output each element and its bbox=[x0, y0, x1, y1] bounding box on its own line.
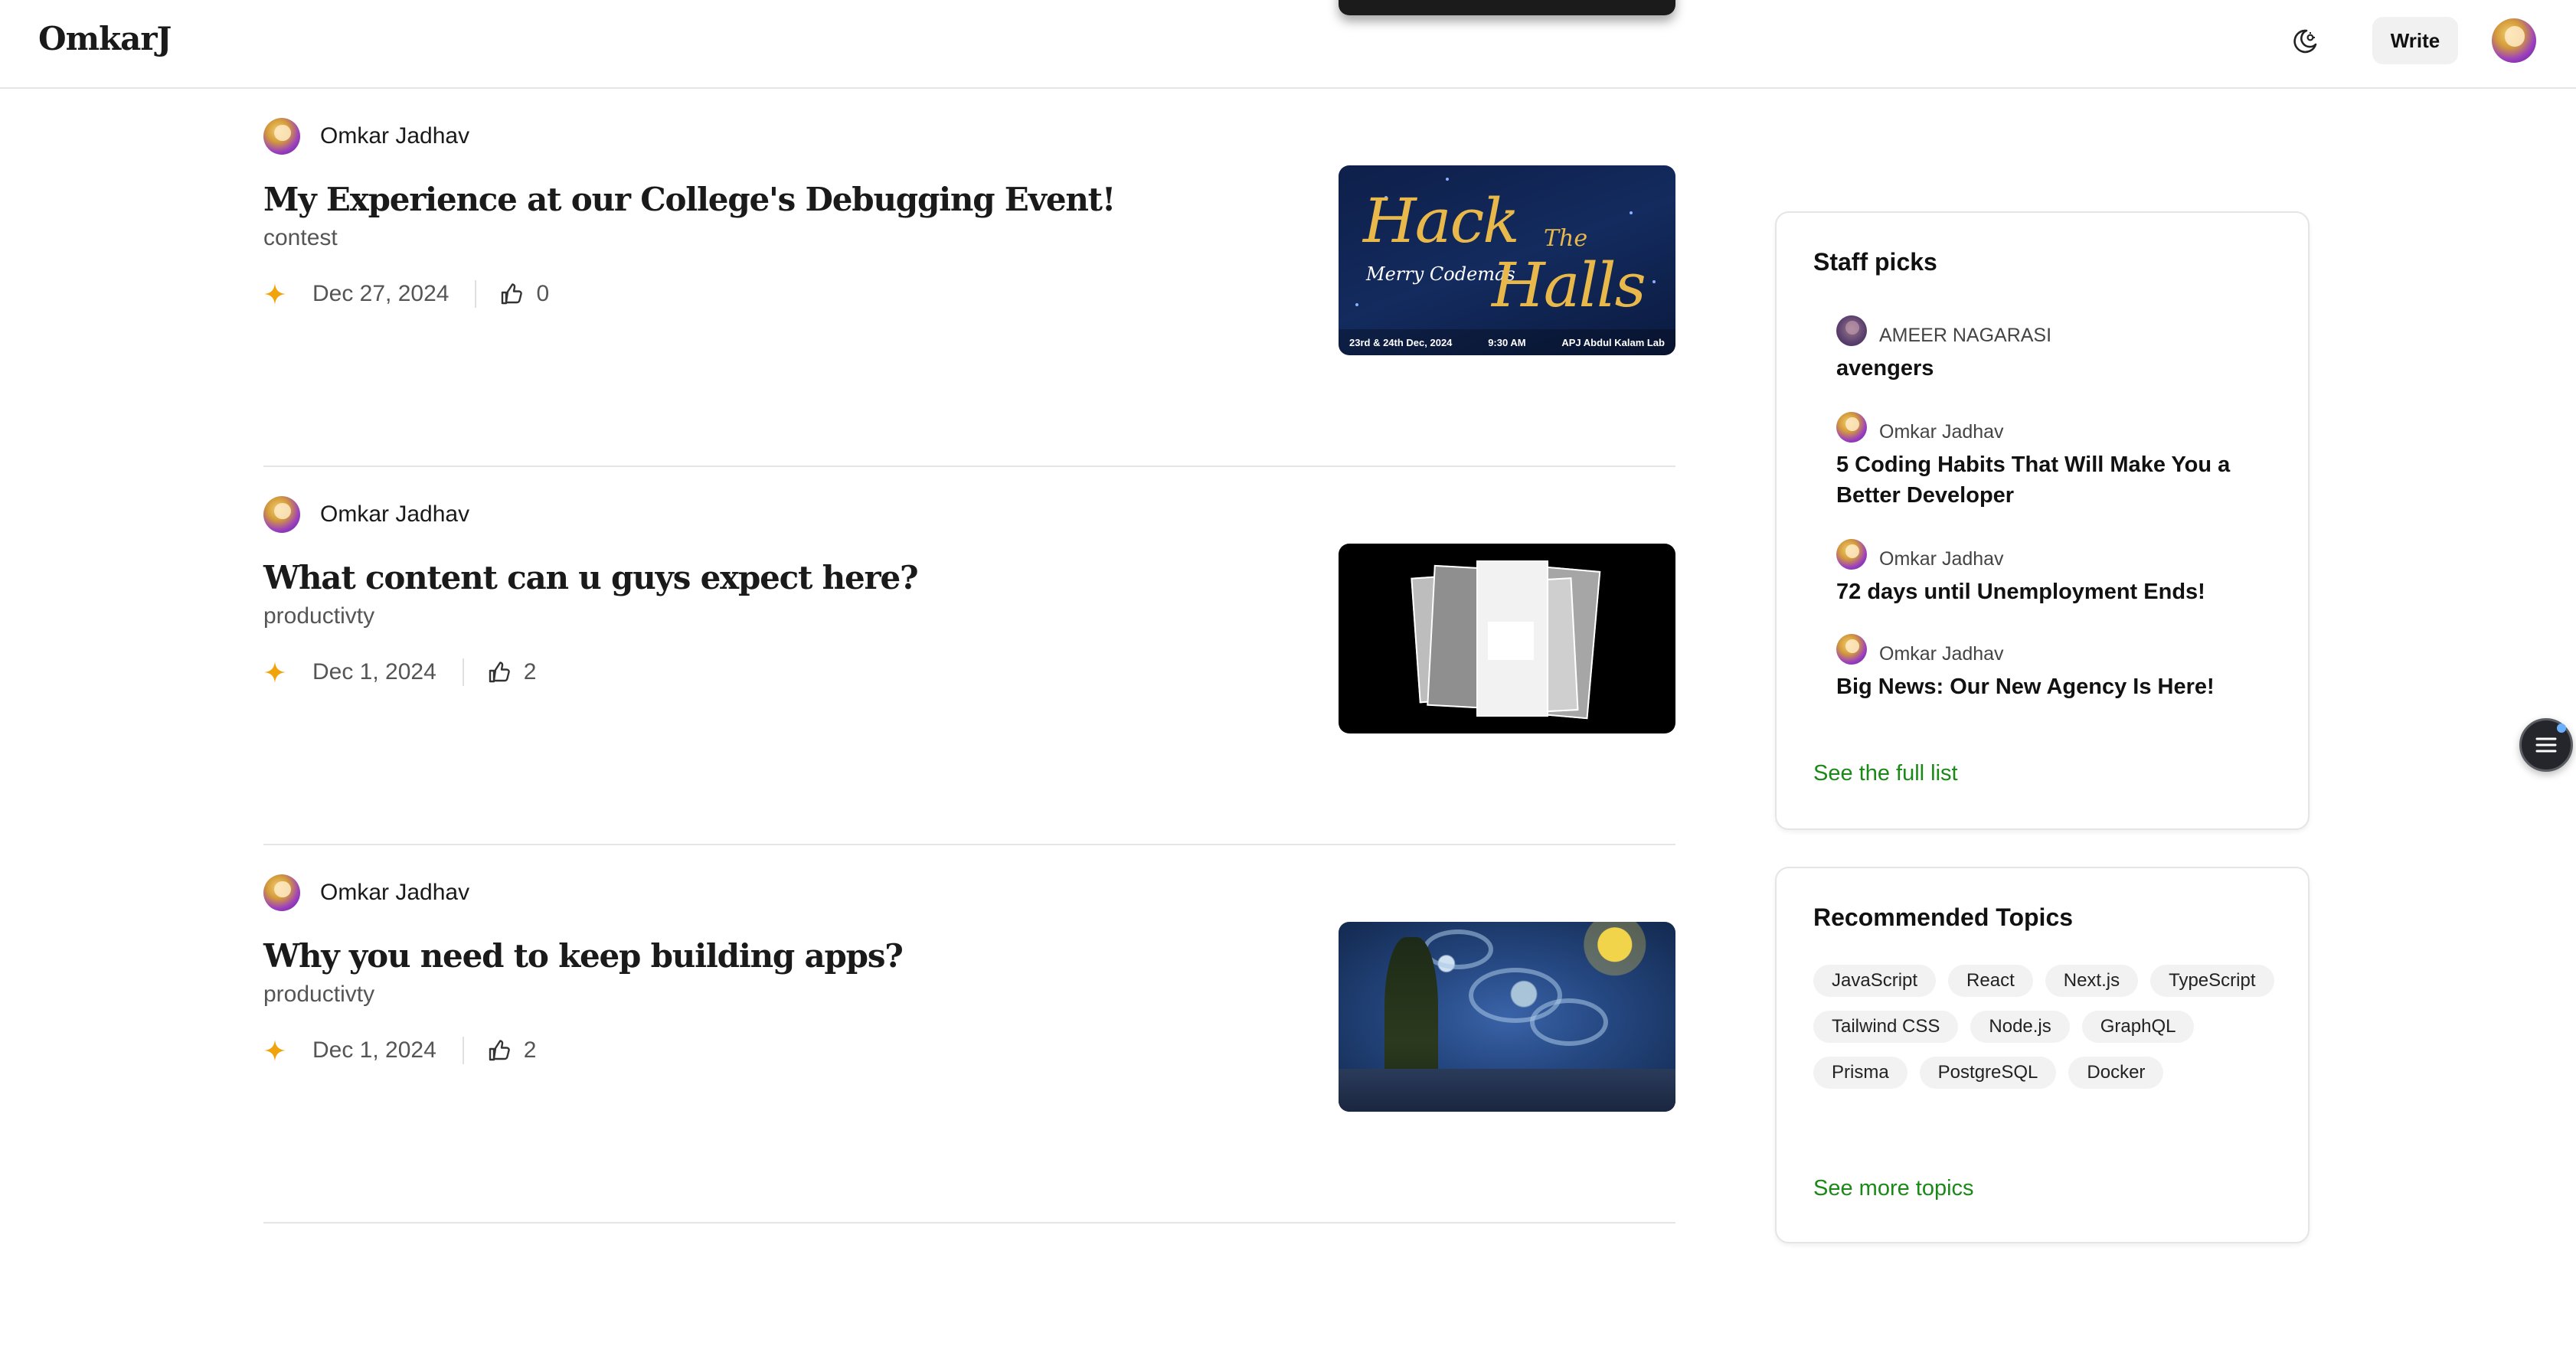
post-date: Dec 1, 2024 bbox=[312, 1037, 436, 1063]
pick-author-name[interactable]: AMEER NAGARASI bbox=[1879, 325, 2051, 347]
author-name[interactable]: Omkar Jadhav bbox=[320, 501, 469, 528]
photo-stack-image bbox=[1411, 560, 1601, 720]
recommended-topics-card: Recommended Topics JavaScript React Next… bbox=[1775, 867, 2310, 1243]
meta-divider bbox=[462, 1037, 464, 1064]
moon-sun-icon[interactable] bbox=[2287, 23, 2323, 60]
post-thumbnail[interactable]: Hack The Merry Codemas Halls 23rd & 24th… bbox=[1339, 165, 1675, 355]
pick-title[interactable]: avengers bbox=[1836, 353, 2265, 384]
like-count: 2 bbox=[523, 1037, 537, 1063]
like-count: 2 bbox=[523, 659, 537, 684]
previous-post-thumbnail[interactable] bbox=[1339, 0, 1675, 15]
thumbs-up-icon[interactable] bbox=[499, 282, 524, 306]
staff-pick-item[interactable]: AMEER NAGARASI avengers bbox=[1836, 315, 2265, 384]
thumbs-up-icon[interactable] bbox=[487, 1038, 512, 1063]
topic-chip[interactable]: Docker bbox=[2068, 1057, 2164, 1089]
topic-chip[interactable]: Tailwind CSS bbox=[1813, 1011, 1959, 1043]
post-card: Omkar Jadhav Why you need to keep buildi… bbox=[263, 845, 1675, 1223]
post-thumbnail[interactable] bbox=[1339, 544, 1675, 733]
sparkle-star-icon bbox=[264, 1040, 286, 1061]
pick-author[interactable]: AMEER NAGARASI bbox=[1836, 315, 2265, 347]
thumbnail-text: 9:30 AM bbox=[1488, 336, 1526, 348]
like-count: 0 bbox=[536, 281, 550, 306]
topic-chip[interactable]: PostgreSQL bbox=[1919, 1057, 2057, 1089]
top-navbar: OmkarJ Write bbox=[0, 0, 2576, 89]
post-meta: Dec 1, 2024 2 bbox=[263, 1037, 536, 1064]
pick-author[interactable]: Omkar Jadhav bbox=[1836, 411, 2265, 443]
see-more-topics-link[interactable]: See more topics bbox=[1813, 1176, 1974, 1201]
topic-chip[interactable]: React bbox=[1948, 965, 2033, 997]
post-tag: contest bbox=[263, 225, 338, 250]
post-date: Dec 27, 2024 bbox=[312, 281, 449, 306]
pick-author-name[interactable]: Omkar Jadhav bbox=[1879, 548, 2004, 570]
post-date: Dec 1, 2024 bbox=[312, 659, 436, 684]
sparkle-star-icon bbox=[264, 662, 286, 683]
pick-author[interactable]: Omkar Jadhav bbox=[1836, 633, 2265, 665]
meta-divider bbox=[462, 658, 464, 686]
topic-chip[interactable]: Prisma bbox=[1813, 1057, 1907, 1089]
post-author[interactable]: Omkar Jadhav bbox=[263, 874, 469, 911]
pick-title[interactable]: Big News: Our New Agency Is Here! bbox=[1836, 671, 2265, 702]
pick-author-name[interactable]: Omkar Jadhav bbox=[1879, 421, 2004, 443]
author-avatar[interactable] bbox=[263, 496, 300, 533]
topics-list: JavaScript React Next.js TypeScript Tail… bbox=[1813, 965, 2288, 1103]
site-logo[interactable]: OmkarJ bbox=[38, 20, 172, 57]
thumbnail-text: 23rd & 24th Dec, 2024 bbox=[1349, 336, 1453, 348]
see-full-list-link[interactable]: See the full list bbox=[1813, 761, 1958, 786]
topic-chip[interactable]: Next.js bbox=[2045, 965, 2139, 997]
staff-pick-item[interactable]: Omkar Jadhav Big News: Our New Agency Is… bbox=[1836, 633, 2265, 702]
pick-title[interactable]: 72 days until Unemployment Ends! bbox=[1836, 577, 2265, 607]
pick-author-name[interactable]: Omkar Jadhav bbox=[1879, 643, 2004, 665]
post-title[interactable]: Why you need to keep building apps? bbox=[263, 937, 904, 975]
thumbnail-text: APJ Abdul Kalam Lab bbox=[1561, 336, 1665, 348]
thumbnail-footer: 23rd & 24th Dec, 2024 9:30 AM APJ Abdul … bbox=[1339, 329, 1675, 355]
notification-dot bbox=[2557, 724, 2566, 733]
post-tag: productivty bbox=[263, 982, 375, 1007]
post-card: Omkar Jadhav My Experience at our Colleg… bbox=[263, 89, 1675, 467]
author-avatar[interactable] bbox=[263, 118, 300, 155]
post-title[interactable]: What content can u guys expect here? bbox=[263, 559, 919, 596]
staff-pick-item[interactable]: Omkar Jadhav 5 Coding Habits That Will M… bbox=[1836, 411, 2265, 511]
post-author[interactable]: Omkar Jadhav bbox=[263, 118, 469, 155]
pick-title[interactable]: 5 Coding Habits That Will Make You a Bet… bbox=[1836, 449, 2265, 511]
post-meta: Dec 27, 2024 0 bbox=[263, 280, 549, 308]
author-avatar[interactable] bbox=[1836, 411, 1867, 443]
pick-author[interactable]: Omkar Jadhav bbox=[1836, 538, 2265, 570]
write-button[interactable]: Write bbox=[2372, 17, 2458, 64]
post-tag: productivty bbox=[263, 603, 375, 629]
recommended-topics-title: Recommended Topics bbox=[1813, 903, 2074, 931]
staff-pick-item[interactable]: Omkar Jadhav 72 days until Unemployment … bbox=[1836, 538, 2265, 607]
post-divider bbox=[263, 1222, 1675, 1223]
thumbnail-text: Hack bbox=[1363, 185, 1520, 256]
author-avatar[interactable] bbox=[1836, 315, 1867, 346]
post-card: Omkar Jadhav What content can u guys exp… bbox=[263, 467, 1675, 845]
thumbnail-text: Halls bbox=[1492, 250, 1646, 321]
topic-chip[interactable]: GraphQL bbox=[2081, 1011, 2195, 1043]
author-name[interactable]: Omkar Jadhav bbox=[320, 123, 469, 149]
topic-chip[interactable]: TypeScript bbox=[2150, 965, 2274, 997]
menu-list-icon[interactable] bbox=[2519, 718, 2573, 772]
post-thumbnail[interactable] bbox=[1339, 922, 1675, 1112]
user-avatar[interactable] bbox=[2492, 18, 2536, 63]
author-avatar[interactable] bbox=[263, 874, 300, 911]
staff-picks-card: Staff picks AMEER NAGARASI avengers Omka… bbox=[1775, 211, 2310, 830]
staff-picks-title: Staff picks bbox=[1813, 248, 1937, 276]
village-image bbox=[1339, 1069, 1675, 1112]
sparkle-star-icon bbox=[264, 283, 286, 305]
post-meta: Dec 1, 2024 2 bbox=[263, 658, 536, 686]
post-title[interactable]: My Experience at our College's Debugging… bbox=[263, 181, 1116, 218]
author-avatar[interactable] bbox=[1836, 633, 1867, 665]
author-name[interactable]: Omkar Jadhav bbox=[320, 880, 469, 906]
topic-chip[interactable]: JavaScript bbox=[1813, 965, 1937, 997]
post-author[interactable]: Omkar Jadhav bbox=[263, 496, 469, 533]
author-avatar[interactable] bbox=[1836, 538, 1867, 570]
topic-chip[interactable]: Node.js bbox=[1970, 1011, 2070, 1043]
thumbnail-text: The bbox=[1544, 225, 1588, 252]
meta-divider bbox=[475, 280, 477, 308]
thumbs-up-icon[interactable] bbox=[487, 660, 512, 684]
